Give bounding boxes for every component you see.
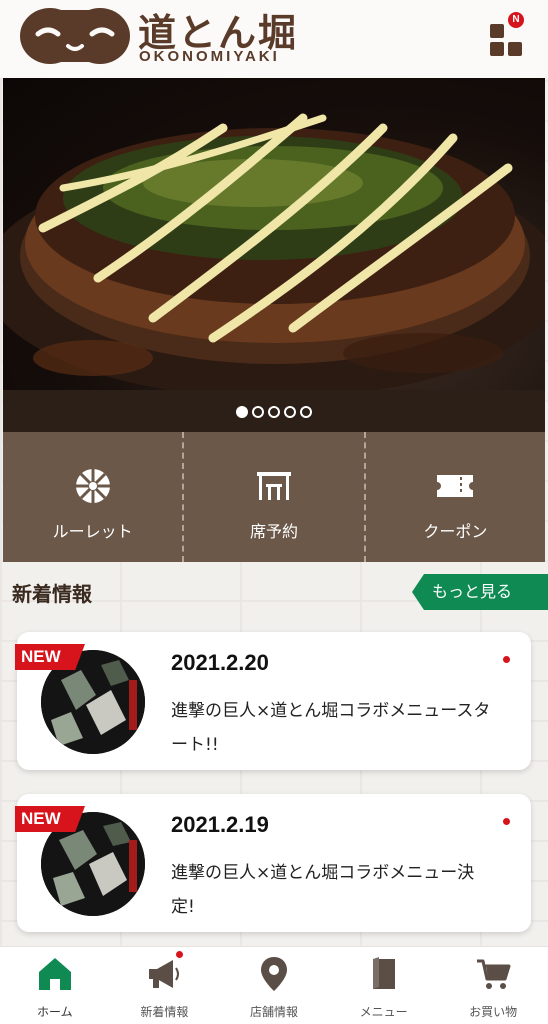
unread-dot bbox=[503, 818, 510, 825]
quick-label: 席予約 bbox=[249, 522, 298, 541]
quick-label: ルーレット bbox=[52, 522, 133, 541]
seat-reservation-icon bbox=[256, 472, 291, 500]
nav-item-news[interactable]: 新着情報 bbox=[110, 947, 220, 1024]
book-icon bbox=[372, 957, 395, 989]
quick-item-coupon[interactable]: クーポン bbox=[363, 432, 545, 562]
quick-item-roulette[interactable]: ルーレット bbox=[3, 432, 182, 562]
grid-cell bbox=[490, 42, 504, 56]
logo-subtitle: OKONOMIYAKI bbox=[139, 48, 280, 65]
carousel-dot[interactable] bbox=[252, 406, 264, 418]
new-badge: NEW bbox=[15, 806, 85, 832]
nav-label: 店舗情報 bbox=[249, 1005, 298, 1019]
notification-badge: N bbox=[508, 12, 524, 28]
carousel-dot[interactable] bbox=[268, 406, 280, 418]
nav-unread-dot bbox=[175, 951, 183, 958]
map-pin-icon bbox=[260, 957, 287, 991]
nav-label: お買い物 bbox=[469, 1005, 518, 1019]
logo-mark-icon[interactable] bbox=[20, 6, 130, 66]
carousel-dots bbox=[3, 403, 545, 422]
carousel-dot[interactable] bbox=[236, 406, 248, 418]
nav-item-menu[interactable]: メニュー bbox=[329, 947, 439, 1024]
nav-label: 新着情報 bbox=[140, 1005, 189, 1019]
coupon-icon bbox=[437, 475, 474, 497]
nav-label: メニュー bbox=[359, 1005, 408, 1019]
okonomiyaki-image bbox=[3, 113, 545, 390]
grid-menu-button[interactable]: N bbox=[488, 12, 524, 56]
bottom-navigation: ホーム 新着情報 店舗情報 メニュー お買い物 bbox=[0, 946, 548, 1024]
hero-banner[interactable] bbox=[3, 78, 545, 390]
nav-item-store-info[interactable]: 店舗情報 bbox=[219, 947, 329, 1024]
news-section-title: 新着情報 bbox=[12, 582, 92, 606]
nav-label: ホーム bbox=[36, 1005, 73, 1019]
news-text: 進撃の巨人×道とん堀コラボメニュー決定! bbox=[171, 863, 475, 917]
news-date: 2021.2.19 bbox=[171, 812, 269, 837]
app-header: 道とん堀 OKONOMIYAKI N bbox=[0, 0, 548, 78]
quick-item-seat-reservation[interactable]: 席予約 bbox=[182, 432, 363, 562]
home-icon bbox=[38, 958, 71, 990]
news-date: 2021.2.20 bbox=[171, 650, 269, 675]
grid-cell bbox=[508, 42, 522, 56]
carousel-dot[interactable] bbox=[284, 406, 296, 418]
roulette-icon bbox=[75, 469, 110, 503]
quick-menu: ルーレット 席予約 クーポン bbox=[3, 432, 545, 562]
quick-label: クーポン bbox=[423, 522, 488, 541]
news-text: 進撃の巨人×道とん堀コラボメニュースタート!! bbox=[171, 701, 491, 755]
nav-item-shopping[interactable]: お買い物 bbox=[438, 947, 548, 1024]
grid-cell bbox=[490, 24, 504, 38]
carousel-dot[interactable] bbox=[300, 406, 312, 418]
carousel-indicator-bar bbox=[3, 390, 545, 432]
news-card[interactable]: NEW 2021.2.19 進撃の巨人×道とん堀コラボメニュー決定! bbox=[15, 794, 531, 932]
news-card[interactable]: NEW 2021.2.20 進撃の巨人×道とん堀コラボメニュースタート!! bbox=[15, 632, 531, 770]
cart-icon bbox=[477, 959, 511, 989]
nav-item-home[interactable]: ホーム bbox=[0, 947, 110, 1024]
new-badge: NEW bbox=[15, 644, 85, 670]
see-more-button[interactable]: もっと見る bbox=[412, 574, 548, 610]
unread-dot bbox=[503, 656, 510, 663]
megaphone-icon bbox=[149, 960, 180, 988]
